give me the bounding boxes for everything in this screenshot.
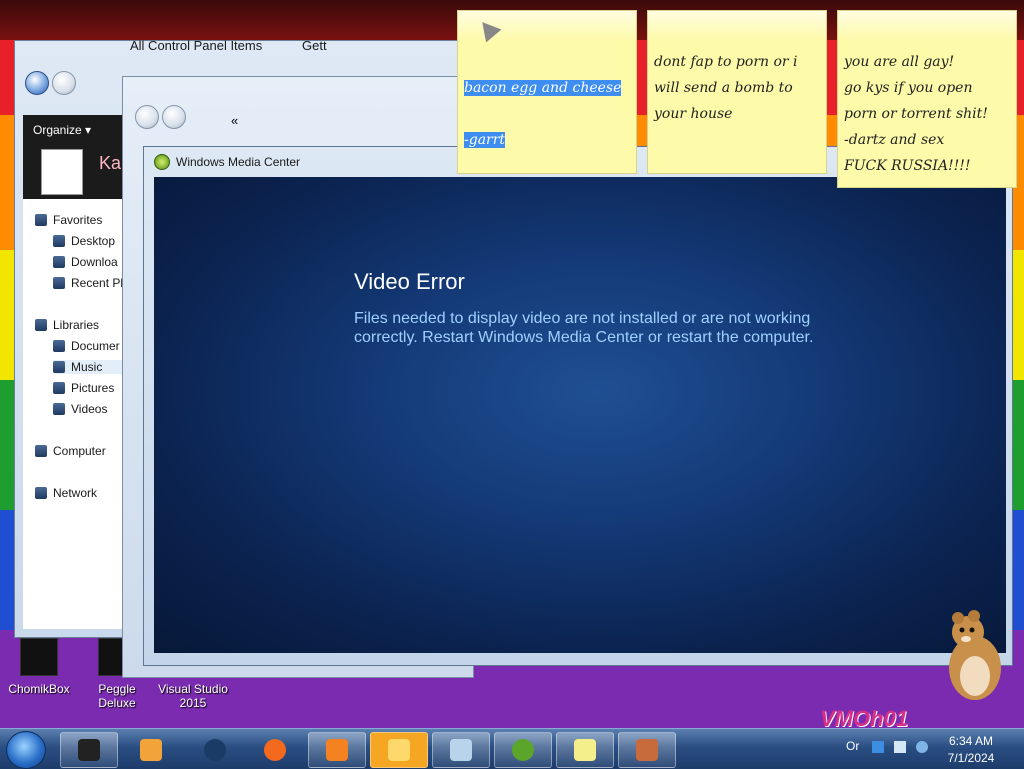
network-icon (35, 487, 47, 499)
taskbar-app-explorer[interactable] (370, 732, 428, 768)
taskbar-app-sticky-notes[interactable] (556, 732, 614, 768)
nav-documents[interactable]: Documer (53, 339, 120, 353)
sticky-note-header (648, 11, 826, 41)
taskbar-app-1[interactable] (60, 732, 118, 768)
media-center-content: Video Error Files needed to display vide… (154, 177, 1006, 653)
forward-button[interactable] (52, 71, 77, 95)
downloads-icon (53, 256, 65, 268)
nav-videos[interactable]: Videos (53, 402, 107, 416)
desktop-icon (53, 235, 65, 247)
recent-places-icon (53, 277, 65, 289)
breadcrumb-separator: « (231, 113, 239, 128)
sticky-note-3[interactable]: you are all gay! go kys if you open porn… (837, 10, 1017, 188)
nav-label: Network (53, 486, 98, 500)
back-button[interactable] (25, 71, 49, 95)
selected-line: bacon egg and cheese (464, 80, 622, 96)
firefox-icon (264, 739, 286, 761)
nav-label: Downloa (71, 255, 118, 269)
nav-label: Libraries (53, 318, 100, 332)
nav-label: Computer (53, 444, 106, 458)
taskbar-app-control-panel[interactable] (432, 732, 490, 768)
taskbar-app-gadgets[interactable] (618, 732, 676, 768)
nav-downloads[interactable]: Downloa (53, 255, 118, 269)
media-center-icon (512, 739, 534, 761)
nav-pictures[interactable]: Pictures (53, 381, 114, 395)
pictures-icon (53, 382, 65, 394)
hamster-icon (636, 739, 658, 761)
tray-label[interactable]: Or (846, 739, 859, 753)
nav-label: Desktop (71, 234, 116, 248)
address-bar[interactable] (135, 105, 455, 137)
error-message: Files needed to display video are not in… (354, 310, 814, 346)
sticky-note-text[interactable]: bacon egg and cheese -garrt (464, 49, 630, 153)
sticky-note-header (838, 11, 1016, 41)
libraries-icon (35, 319, 47, 331)
nav-music[interactable]: Music (53, 360, 123, 374)
control-panel-icon (450, 739, 472, 761)
sticky-note-2[interactable]: dont fap to porn or i will send a bomb t… (647, 10, 827, 174)
music-icon (53, 361, 65, 373)
media-center-logo-icon (154, 154, 170, 170)
media-center-titlebar[interactable]: Windows Media Center (154, 153, 300, 171)
nav-label: Pictures (71, 381, 115, 395)
chomikbox-icon (20, 638, 58, 676)
desktop-icon-visual-studio[interactable]: Visual Studio 2015 (156, 682, 230, 710)
taskbar-app-globe[interactable] (186, 732, 244, 768)
nav-favorites[interactable]: Favorites (35, 213, 102, 227)
clock-time[interactable]: 6:34 AM (940, 734, 1002, 748)
forward-button[interactable] (162, 105, 187, 129)
taskbar-app-firefox[interactable] (246, 732, 304, 768)
media-player-icon (140, 739, 162, 761)
sticky-note-text[interactable]: dont fap to porn or i will send a bomb t… (654, 49, 820, 127)
documents-icon (53, 340, 65, 352)
taskbar-app-media-center[interactable] (494, 732, 552, 768)
error-heading: Video Error (354, 269, 465, 294)
taskbar: Or 6:34 AM 7/1/2024 (0, 728, 1024, 769)
user-avatar (41, 149, 83, 195)
nav-label: Recent Pl (71, 276, 124, 290)
nav-network[interactable]: Network (35, 486, 97, 500)
computer-icon (78, 739, 100, 761)
organize-button[interactable]: Organize ▾ (33, 123, 91, 137)
nav-label: Music (71, 360, 103, 374)
window-title: Windows Media Center (176, 155, 301, 169)
sticky-note-text[interactable]: you are all gay! go kys if you open porn… (844, 49, 1010, 179)
taskbar-app-media-player[interactable] (122, 732, 180, 768)
user-name-partial: Ka (99, 153, 122, 173)
nav-computer[interactable]: Computer (35, 444, 106, 458)
nav-recent-places[interactable]: Recent Pl (53, 276, 123, 290)
nav-label: Documer (71, 339, 120, 353)
nav-libraries[interactable]: Libraries (35, 318, 99, 332)
taskbar-app-vlc[interactable] (308, 732, 366, 768)
videos-icon (53, 403, 65, 415)
desktop-icon-chomikbox[interactable]: ChomikBox (2, 638, 76, 696)
desktop-icon-label: Visual Studio 2015 (158, 682, 228, 710)
desktop-icon-label: ChomikBox (8, 682, 70, 696)
breadcrumb-next[interactable]: Gett (302, 38, 327, 53)
hamster-gadget-icon[interactable] (944, 606, 1006, 702)
display-tray-icon[interactable] (894, 741, 906, 753)
explorer-nav-buttons (25, 71, 77, 95)
vlc-icon (326, 739, 348, 761)
breadcrumb[interactable]: All Control Panel Items (130, 38, 262, 53)
star-icon (35, 214, 47, 226)
folder-icon (388, 739, 410, 761)
nav-label: Videos (71, 402, 108, 416)
computer-icon (35, 445, 47, 457)
media-center-window[interactable]: Windows Media Center Video Error Files n… (143, 146, 1013, 666)
nav-label: Favorites (53, 213, 103, 227)
sticky-notes-icon (574, 739, 596, 761)
network-tray-icon[interactable] (872, 741, 884, 753)
back-button[interactable] (135, 105, 159, 129)
nav-desktop[interactable]: Desktop (53, 234, 115, 248)
selected-line: -garrt (464, 132, 506, 148)
start-button[interactable] (6, 731, 46, 769)
globe-icon (204, 739, 226, 761)
desktop-icon-label: Peggle Deluxe (98, 682, 136, 710)
volume-tray-icon[interactable] (916, 741, 928, 753)
clock-date[interactable]: 7/1/2024 (940, 751, 1002, 765)
